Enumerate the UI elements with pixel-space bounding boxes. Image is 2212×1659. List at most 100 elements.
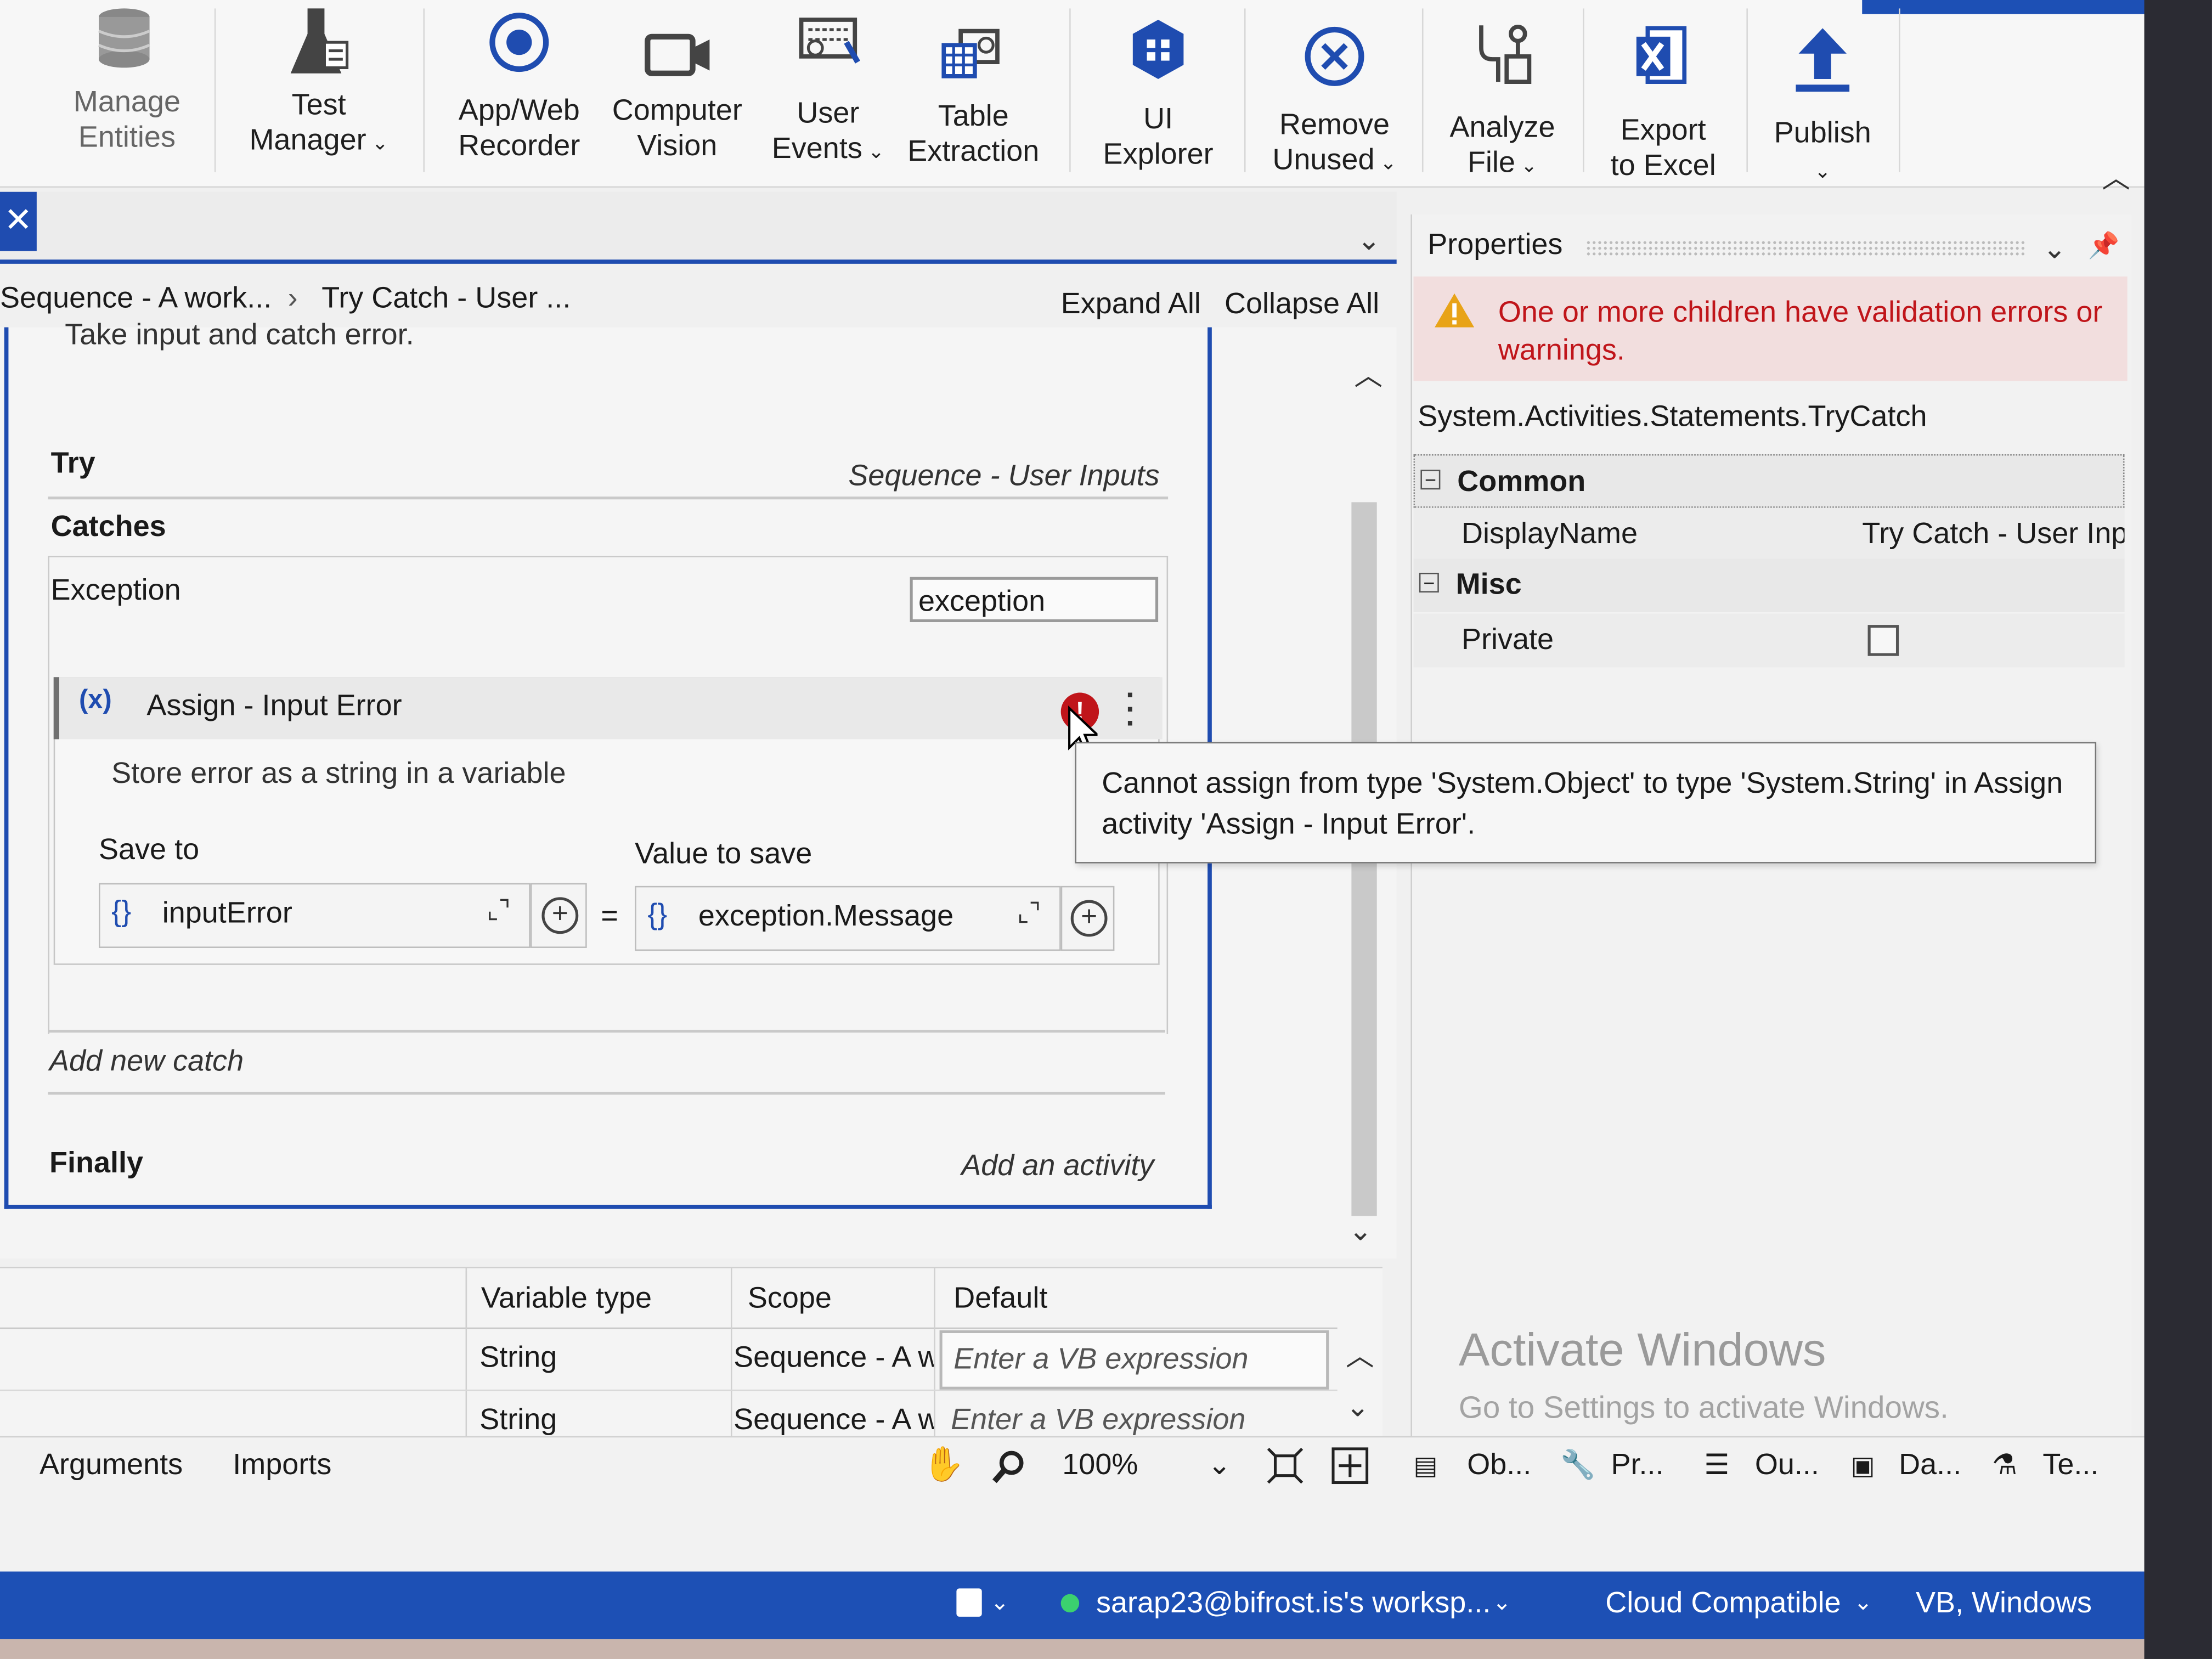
column-header-scope[interactable]: Scope [748,1271,832,1328]
pin-icon[interactable]: 📌 [2088,232,2120,261]
expand-all-button[interactable]: Expand All [1061,282,1201,327]
column-header-variable-type[interactable]: Variable type [465,1271,652,1328]
private-checkbox[interactable] [1867,625,1899,656]
title-bar-edge [1862,0,2159,14]
language-target-indicator[interactable]: VB, Windows [1916,1572,2092,1637]
collapse-all-button[interactable]: Collapse All [1224,282,1379,327]
add-new-catch-button[interactable]: Add new catch [49,1045,244,1079]
breadcrumb-item-sequence[interactable]: Sequence - A work... [0,276,272,321]
keyboard-icon [799,18,860,64]
user-events-button[interactable]: User Events ⌄ [765,0,891,170]
column-header-default[interactable]: Default [953,1271,1047,1328]
plus-circle-icon: + [1070,900,1108,937]
panel-tab-test-explorer[interactable]: Te... [2042,1437,2098,1494]
computer-vision-button[interactable]: Computer Vision [604,0,751,163]
manage-entities-button[interactable]: Manage Entities [57,0,198,155]
property-row-displayname[interactable]: DisplayName Try Catch - User Inp [1413,507,2125,562]
workspace-selector[interactable]: sarap23@bifrost.is's worksp... [1096,1572,1491,1637]
video-camera-icon [645,33,710,76]
properties-title: Properties [1427,228,1563,261]
variable-type-cell[interactable]: String [479,1330,557,1387]
try-sequence-link[interactable]: Sequence - User Inputs [790,460,1159,494]
zoom-level[interactable]: 100% [1062,1437,1138,1494]
value-plus-button[interactable]: + [1060,885,1115,951]
analyze-file-button[interactable]: Analyze File ⌄ [1436,0,1569,183]
remove-unused-button[interactable]: Remove Unused ⌄ [1261,0,1408,180]
imports-tab[interactable]: Imports [233,1437,331,1494]
test-manager-button[interactable]: Test Manager ⌄ [240,0,398,161]
panel-drag-handle[interactable] [1585,240,2026,257]
chevron-down-icon: ⌄ [862,139,885,162]
zoom-magnifier-icon[interactable] [990,1449,1027,1486]
tab-overflow-chevron-icon[interactable]: ⌄ [1357,223,1381,258]
overview-map-icon[interactable] [1331,1447,1369,1485]
equals-sign: = [601,900,618,933]
flask-icon [290,8,349,74]
panel-tab-object-repository[interactable]: Ob... [1467,1437,1531,1494]
collapse-ribbon-chevron-icon[interactable]: ︿ [2102,165,2130,193]
value-to-save-field[interactable]: {} exception.Message ⌞⌝ [635,885,1061,951]
zoom-dropdown-chevron-icon[interactable]: ⌄ [1207,1437,1231,1494]
scroll-up-chevron-icon[interactable]: ︿ [1355,353,1383,394]
variable-type-cell[interactable]: String [479,1392,557,1437]
more-options-icon[interactable]: · · · [1126,679,1136,738]
ribbon-label-line2: Manager [249,124,366,157]
property-value[interactable]: Try Catch - User Inp [1862,508,2124,562]
category-misc[interactable]: − Misc [1413,558,2125,612]
category-common[interactable]: − Common [1413,454,2125,508]
catches-label: Catches [50,510,166,543]
ribbon-label-line1: Manage [73,86,180,119]
expand-editor-icon[interactable]: ⌞⌝ [1017,899,1041,928]
exception-variable-input[interactable]: exception [910,577,1159,622]
ui-explorer-button[interactable]: UI Explorer [1092,0,1224,172]
empty-area [0,1498,2145,1572]
property-row-private[interactable]: Private [1413,613,2125,668]
ribbon-label-line1: User [797,97,860,130]
object-repository-icon: ▤ [1413,1451,1438,1480]
chevron-down-icon: ⌄ [1814,159,1831,182]
source-control-icon[interactable] [956,1588,982,1617]
default-expression-input[interactable]: Enter a VB expression [951,1392,1245,1437]
fit-to-screen-icon[interactable] [1267,1447,1304,1484]
category-label: Misc [1455,568,1522,601]
scroll-down-chevron-icon[interactable]: ⌄ [1346,1390,1369,1425]
activate-windows-subtitle: Go to Settings to activate Windows. [1458,1389,1949,1425]
ribbon-label-line2: Explorer [1103,138,1214,171]
table-extraction-button[interactable]: Table Extraction [903,0,1044,170]
chevron-down-icon: ⌄ [1374,151,1397,174]
save-to-field[interactable]: {} inputError ⌞⌝ [98,883,531,948]
panel-tab-outline[interactable]: Ou... [1755,1437,1819,1494]
activate-windows-title: Activate Windows [1458,1323,1826,1376]
expand-editor-icon[interactable]: ⌞⌝ [487,896,510,926]
chevron-down-icon[interactable]: ⌄ [990,1572,1009,1637]
ribbon-label-line2: to Excel [1610,149,1716,182]
chevron-down-icon[interactable]: ⌄ [1493,1572,1511,1637]
breadcrumb-item-try-catch[interactable]: Try Catch - User ... [321,276,571,321]
table-row[interactable]: String Sequence - A w Enter a VB express… [0,1392,1338,1437]
collapse-box-icon[interactable]: − [1420,470,1441,490]
scroll-up-chevron-icon[interactable]: ︿ [1346,1333,1374,1374]
hand-pan-icon[interactable]: ✋ [923,1437,965,1494]
value-to-save-value: exception.Message [698,900,954,933]
scope-cell[interactable]: Sequence - A w [733,1330,934,1387]
status-bar: ⌄ sarap23@bifrost.is's worksp... ⌄ Cloud… [0,1571,2145,1639]
publish-button[interactable]: Publish ⌄ [1760,0,1884,189]
export-to-excel-button[interactable]: Export to Excel [1597,0,1730,183]
save-to-plus-button[interactable]: + [530,883,587,948]
scope-cell[interactable]: Sequence - A w [733,1392,934,1437]
close-tab-icon[interactable]: ✕ [0,191,37,251]
compatibility-selector[interactable]: Cloud Compatible [1605,1572,1841,1637]
arguments-tab[interactable]: Arguments [40,1437,183,1494]
default-expression-input[interactable]: Enter a VB expression [939,1330,1329,1390]
scroll-down-chevron-icon[interactable]: ⌄ [1348,1213,1372,1248]
panel-menu-chevron-icon[interactable]: ⌄ [2042,232,2066,267]
app-web-recorder-button[interactable]: App/Web Recorder [446,0,592,163]
table-row[interactable]: String Sequence - A w Enter a VB express… [0,1330,1338,1391]
collapse-box-icon[interactable]: − [1419,572,1439,592]
expression-braces-icon: {} [111,895,132,928]
panel-tab-properties[interactable]: Pr... [1611,1437,1664,1494]
panel-tab-data-manager[interactable]: Da... [1899,1437,1961,1494]
add-activity-placeholder[interactable]: Add an activity [790,1150,1154,1184]
breadcrumb-separator-icon: › [287,282,298,315]
chevron-down-icon[interactable]: ⌄ [1854,1572,1872,1637]
